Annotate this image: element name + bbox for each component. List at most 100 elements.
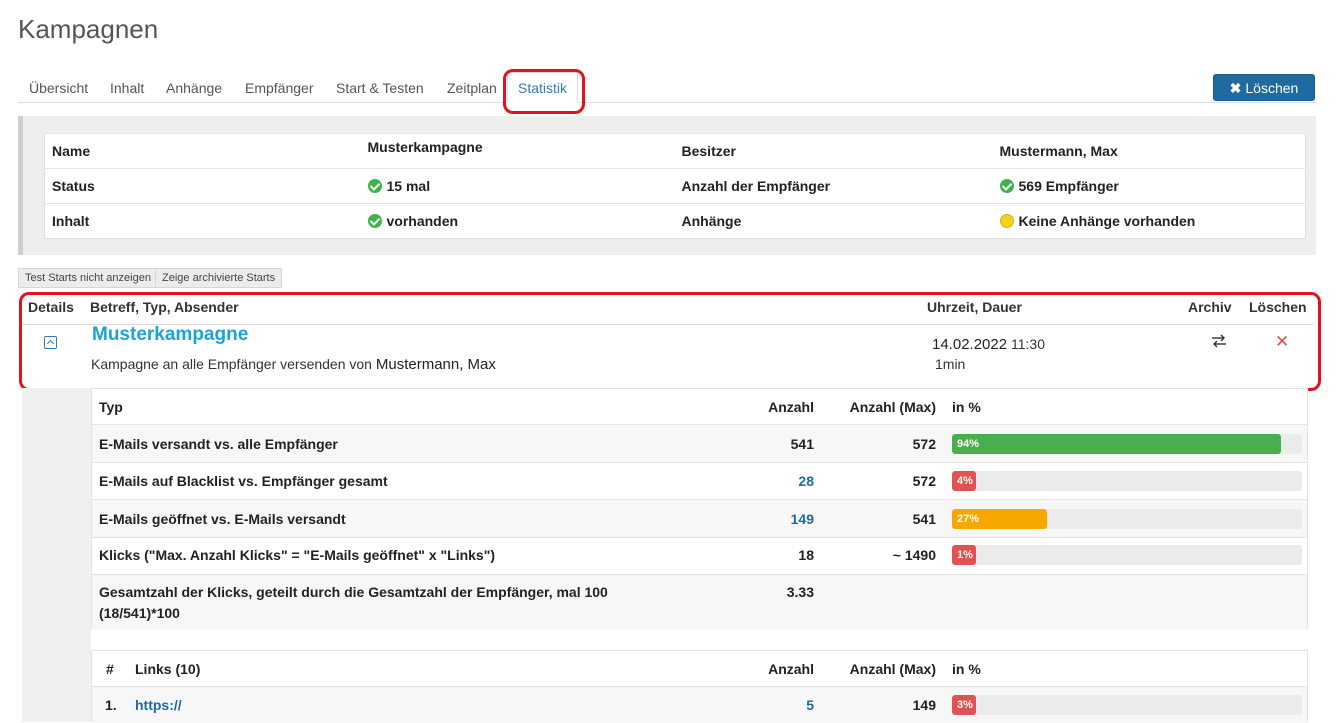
stats-header-type: Typ (99, 399, 123, 415)
links-header-num: # (106, 661, 114, 677)
links-table: # Links (10) Anzahl Anzahl (Max) in % 1.… (91, 650, 1308, 723)
links-header-max: Anzahl (Max) (849, 661, 936, 677)
check-icon (367, 214, 382, 228)
stats-row-label: E-Mails versandt vs. alle Empfänger (99, 436, 338, 452)
content-label: Inhalt (44, 203, 361, 239)
blacklist-count-link[interactable]: 28 (798, 473, 814, 489)
link-url[interactable]: https:// (135, 697, 182, 713)
stats-row-count: 541 (790, 436, 814, 452)
show-archived-starts-button[interactable]: Zeige archivierte Starts (155, 268, 283, 288)
stats-row-label: E-Mails geöffnet vs. E-Mails versandt (99, 511, 346, 527)
page-title: Kampagnen (18, 14, 159, 44)
recipients-value: 569 Empfänger (1018, 178, 1119, 194)
attachments-value: Keine Anhänge vorhanden (1018, 213, 1196, 229)
header-details: Details (28, 299, 74, 315)
campaign-info-table: Name Musterkampagne Besitzer Mustermann,… (44, 133, 1306, 239)
delete-button-label: Löschen (1245, 80, 1299, 96)
hide-test-starts-button[interactable]: Test Starts nicht anzeigen (18, 268, 158, 288)
stats-row-label: Klicks ("Max. Anzahl Klicks" = "E-Mails … (99, 547, 496, 563)
links-header-row: # Links (10) Anzahl Anzahl (Max) in % (92, 651, 1307, 686)
progress-bar: 4% (952, 471, 1302, 491)
name-label: Name (44, 133, 361, 169)
stats-row-count: 18 (798, 547, 814, 563)
warning-dot-icon (999, 214, 1014, 228)
progress-bar: 3% (952, 695, 1302, 715)
stats-row-max: ~ 1490 (892, 547, 936, 563)
opened-count-link[interactable]: 149 (791, 511, 814, 527)
stats-row: E-Mails versandt vs. alle Empfänger 541 … (92, 424, 1307, 462)
link-max: 149 (912, 697, 936, 713)
close-icon: ✖ (1229, 80, 1242, 96)
stats-row: E-Mails auf Blacklist vs. Empfänger gesa… (92, 462, 1307, 499)
tab-overview[interactable]: Übersicht (29, 72, 88, 103)
links-header-percent: in % (952, 661, 981, 677)
progress-bar-fill: 94% (952, 434, 1281, 454)
campaign-time: 11:30 (1011, 336, 1045, 352)
stats-row-max: 572 (912, 473, 936, 489)
status-value: 15 mal (386, 178, 431, 194)
attachments-label: Anhänge (674, 203, 993, 239)
tab-statistics[interactable]: Statistik (507, 72, 579, 103)
recipients-value-cell: 569 Empfänger (992, 168, 1306, 204)
status-value-cell: 15 mal (360, 168, 675, 204)
stats-header-row: Typ Anzahl Anzahl (Max) in % (92, 389, 1307, 424)
stats-header-percent: in % (952, 399, 981, 415)
status-label: Status (44, 168, 361, 204)
stats-row-label: E-Mails auf Blacklist vs. Empfänger gesa… (99, 473, 388, 489)
progress-bar-fill: 4% (952, 471, 976, 491)
stats-row-max: 572 (912, 436, 936, 452)
tab-schedule[interactable]: Zeitplan (447, 72, 497, 103)
tab-attachments[interactable]: Anhänge (166, 72, 222, 103)
campaign-duration: 1min (935, 356, 966, 372)
check-icon (367, 179, 382, 193)
link-row-num: 1. (105, 697, 117, 713)
attachments-value-cell: Keine Anhänge vorhanden (992, 203, 1306, 239)
header-subject: Betreff, Typ, Absender (90, 299, 239, 315)
progress-bar-fill: 27% (952, 509, 1047, 529)
progress-bar: 94% (952, 434, 1302, 454)
campaign-description: Kampagne an alle Empfänger versenden von… (91, 356, 496, 373)
tab-recipients[interactable]: Empfänger (245, 72, 313, 103)
stats-row: Klicks ("Max. Anzahl Klicks" = "E-Mails … (92, 537, 1307, 574)
campaign-title-link[interactable]: Musterkampagne (92, 324, 248, 346)
delete-start-icon[interactable]: ✕ (1275, 333, 1289, 351)
campaign-info-panel: Name Musterkampagne Besitzer Mustermann,… (18, 116, 1316, 255)
header-archive: Archiv (1188, 299, 1232, 315)
progress-bar-fill: 1% (952, 545, 976, 565)
recipients-label: Anzahl der Empfänger (674, 168, 993, 204)
stats-header-count: Anzahl (768, 399, 814, 415)
content-value: vorhanden (386, 213, 459, 229)
progress-bar-fill: 3% (952, 695, 976, 715)
name-value: Musterkampagne (360, 133, 675, 169)
content-value-cell: vorhanden (360, 203, 675, 239)
owner-value: Mustermann, Max (992, 133, 1306, 169)
progress-bar: 27% (952, 509, 1302, 529)
links-header-count: Anzahl (768, 661, 814, 677)
stats-total-formula: (18/541)*100 (99, 605, 180, 621)
check-icon (999, 179, 1014, 193)
owner-label: Besitzer (674, 133, 993, 169)
header-time: Uhrzeit, Dauer (927, 299, 1022, 315)
tab-bar: Übersicht Inhalt Anhänge Empfänger Start… (18, 72, 1316, 103)
campaign-sender: Mustermann, Max (375, 356, 496, 373)
statistics-table: Typ Anzahl Anzahl (Max) in % E-Mails ver… (91, 388, 1308, 630)
stats-total-label: Gesamtzahl der Klicks, geteilt durch die… (99, 584, 608, 600)
details-indent (22, 388, 91, 722)
stats-total-value: 3.33 (786, 584, 814, 600)
header-delete: Löschen (1249, 299, 1307, 315)
links-header-links: Links (10) (135, 661, 201, 677)
campaign-date: 14.02.2022 (932, 336, 1008, 353)
stats-total-row: Gesamtzahl der Klicks, geteilt durch die… (92, 574, 1307, 630)
delete-button[interactable]: ✖ Löschen (1213, 74, 1315, 101)
stats-row: E-Mails geöffnet vs. E-Mails versandt 14… (92, 499, 1307, 537)
tab-start-test[interactable]: Start & Testen (336, 72, 424, 103)
link-count-link[interactable]: 5 (806, 697, 814, 713)
link-row: 1. https:// 5 149 3% (92, 686, 1307, 723)
collapse-details-icon[interactable] (44, 336, 57, 349)
campaign-type-text: Kampagne an alle Empfänger versenden von (91, 356, 372, 372)
progress-bar: 1% (952, 545, 1302, 565)
archive-transfer-icon[interactable] (1210, 333, 1228, 349)
tab-content[interactable]: Inhalt (110, 72, 144, 103)
stats-row-max: 541 (912, 511, 936, 527)
stats-header-max: Anzahl (Max) (849, 399, 936, 415)
